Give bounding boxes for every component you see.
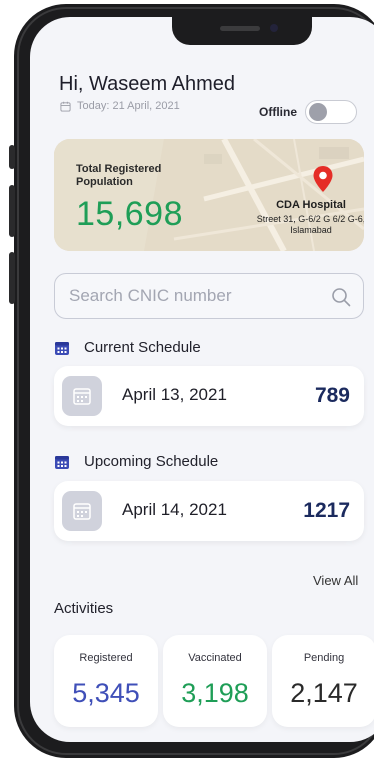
activity-label: Vaccinated [188, 652, 242, 664]
date-badge [62, 376, 102, 416]
activity-value: 3,198 [181, 678, 249, 708]
hospital-name: CDA Hospital [276, 199, 346, 211]
activity-label: Registered [79, 652, 133, 664]
silent-switch [9, 145, 15, 169]
front-camera [270, 24, 278, 32]
current-schedule-heading: Current Schedule [54, 339, 201, 356]
schedule-date: April 14, 2021 [122, 500, 227, 519]
volume-up-button [9, 185, 15, 237]
toggle-knob [309, 103, 327, 121]
upcoming-schedule-card[interactable]: April 14, 2021 1217 [54, 481, 364, 541]
schedule-count: 1217 [303, 499, 350, 522]
offline-label: Offline [259, 105, 297, 119]
date-badge [62, 491, 102, 531]
activity-card-vaccinated[interactable]: Vaccinated 3,198 [163, 635, 267, 727]
calendar-icon [73, 388, 91, 405]
total-population-label: Total Registered Population [76, 163, 162, 188]
phone-notch [172, 17, 312, 45]
offline-toggle-group: Offline [259, 100, 357, 124]
total-population-value: 15,698 [76, 195, 183, 233]
calendar-icon [55, 455, 69, 469]
population-map-card[interactable]: Total Registered Population 15,698 CDA H… [54, 139, 364, 251]
activity-value: 5,345 [72, 678, 140, 708]
hospital-address: Street 31, G-6/2 G 6/2 G-6, Islamabad [256, 214, 364, 235]
volume-down-button [9, 252, 15, 304]
upcoming-schedule-heading: Upcoming Schedule [54, 453, 218, 470]
today-date-text: Today: 21 April, 2021 [77, 100, 180, 112]
greeting-title: Hi, Waseem Ahmed [59, 73, 235, 95]
view-all-link[interactable]: View All [313, 573, 358, 588]
offline-toggle[interactable] [305, 100, 357, 124]
calendar-outline-icon [60, 101, 71, 112]
search-box [54, 273, 364, 319]
schedule-count: 789 [314, 384, 350, 407]
today-date: Today: 21 April, 2021 [60, 100, 180, 112]
map-pin-icon [313, 166, 333, 192]
search-icon[interactable] [331, 287, 351, 307]
schedule-date: April 13, 2021 [122, 385, 227, 404]
speaker-grille [220, 26, 260, 31]
calendar-icon [73, 503, 91, 520]
current-schedule-card[interactable]: April 13, 2021 789 [54, 366, 364, 426]
upcoming-schedule-title: Upcoming Schedule [84, 453, 219, 470]
activity-card-pending[interactable]: Pending 2,147 [272, 635, 374, 727]
search-input[interactable] [69, 274, 319, 318]
activity-label: Pending [303, 652, 345, 664]
activity-card-registered[interactable]: Registered 5,345 [54, 635, 158, 727]
activities-title: Activities [54, 600, 114, 617]
current-schedule-title: Current Schedule [84, 339, 201, 356]
calendar-icon [55, 341, 69, 355]
app-screen: Hi, Waseem Ahmed Today: 21 April, 2021 O… [30, 17, 374, 742]
activity-value: 2,147 [290, 678, 358, 708]
